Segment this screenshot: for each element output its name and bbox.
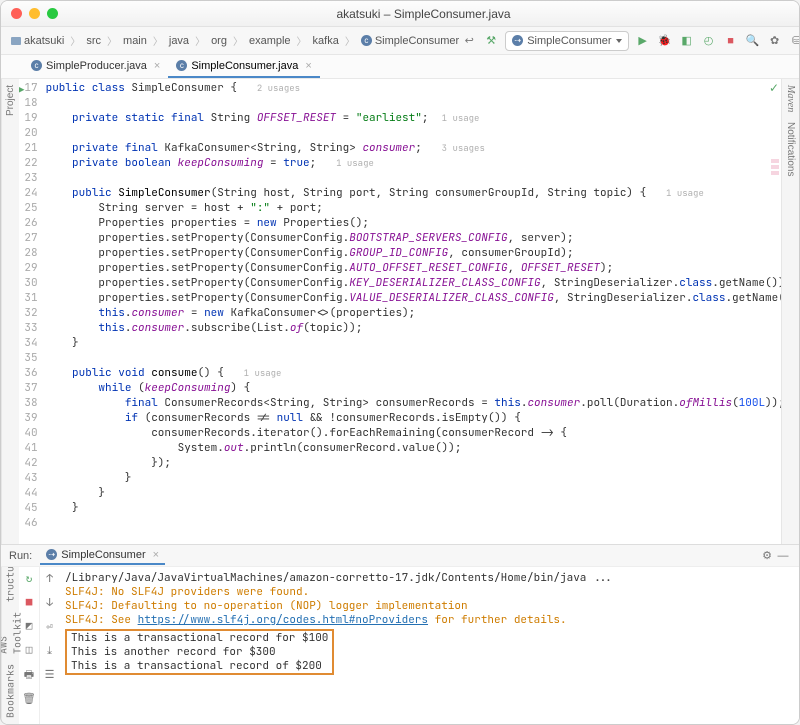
class-icon: c: [31, 60, 42, 71]
breadcrumb-item[interactable]: src: [84, 34, 103, 48]
code-text[interactable]: public class SimpleConsumer { 2 usages p…: [46, 81, 781, 533]
run-label: Run:: [9, 550, 32, 562]
print-icon[interactable]: 🖶: [21, 667, 37, 683]
console-highlight: This is a transactional record for $100 …: [65, 629, 334, 675]
breadcrumb-item[interactable]: example: [247, 34, 293, 48]
run-console-output[interactable]: /Library/Java/JavaVirtualMachines/amazon…: [59, 567, 799, 724]
close-icon[interactable]: ×: [153, 549, 159, 561]
toolbar-actions: ↩ ⚒ ⇢ SimpleConsumer ▶ 🐞 ◧ ◴ ■ 🔍 ✿ ⛁: [461, 31, 800, 51]
rerun-icon[interactable]: ↻: [21, 571, 37, 587]
class-icon: c: [361, 35, 372, 46]
hide-icon[interactable]: —: [775, 548, 791, 564]
search-icon[interactable]: 🔍: [745, 33, 761, 49]
editor-tabs: cSimpleProducer.java×cSimpleConsumer.jav…: [1, 55, 799, 79]
class-icon: ⇢: [512, 35, 523, 46]
stop-icon[interactable]: ■: [21, 595, 37, 611]
window-titlebar: akatsuki – SimpleConsumer.java: [1, 1, 799, 27]
run-config-label: SimpleConsumer: [527, 35, 611, 47]
profile-icon[interactable]: ◴: [701, 33, 717, 49]
run-icon[interactable]: ▶: [635, 33, 651, 49]
notifications-toolwindow-tab[interactable]: Notifications: [785, 122, 796, 176]
bookmarks-tab[interactable]: Bookmarks: [4, 664, 18, 718]
gear-icon[interactable]: ⚙: [759, 548, 775, 564]
structure-tab[interactable]: tructure: [4, 567, 18, 602]
breadcrumb: akatsuki〉src〉main〉java〉org〉example〉kafka…: [9, 33, 461, 48]
editor-tab[interactable]: cSimpleProducer.java×: [23, 56, 168, 78]
class-icon: c: [176, 60, 187, 71]
stop-icon[interactable]: ■: [723, 33, 739, 49]
run-tab-label: SimpleConsumer: [61, 549, 145, 561]
wrap-icon[interactable]: ⏎: [42, 619, 58, 635]
breadcrumb-item[interactable]: akatsuki: [9, 34, 66, 48]
close-icon[interactable]: ×: [305, 60, 311, 72]
editor-tab[interactable]: cSimpleConsumer.java×: [168, 56, 319, 78]
console-line: This is a transactional record of $200: [71, 659, 328, 673]
console-line: SLF4J: No SLF4J providers were found.: [65, 585, 793, 599]
run-tool-window: Run: ⇢ SimpleConsumer × ⚙ — Bookmarks AW…: [1, 544, 799, 724]
breadcrumb-item[interactable]: kafka: [311, 34, 341, 48]
down-icon[interactable]: ↓: [42, 595, 58, 611]
close-icon[interactable]: ×: [154, 60, 160, 72]
line-numbers: 1718192021222324252627282930313233343536…: [24, 81, 45, 533]
breadcrumb-item[interactable]: org: [209, 34, 229, 48]
settings-icon[interactable]: ✿: [767, 33, 783, 49]
class-icon: ⇢: [46, 549, 57, 560]
left-tool-sidebar[interactable]: Project: [1, 79, 19, 544]
bottom-left-tool-sidebar[interactable]: Bookmarks AWS Toolkit tructure: [1, 567, 19, 724]
breadcrumb-item[interactable]: cSimpleConsumer: [359, 34, 461, 48]
minimize-icon[interactable]: [29, 8, 40, 19]
run-tool-header: Run: ⇢ SimpleConsumer × ⚙ —: [1, 545, 799, 567]
hammer-build-icon[interactable]: ⚒: [483, 33, 499, 49]
console-line: /Library/Java/JavaVirtualMachines/amazon…: [65, 571, 793, 585]
project-toolwindow-tab[interactable]: Project: [5, 85, 16, 116]
fullscreen-icon[interactable]: [47, 8, 58, 19]
aws-toolkit-tab[interactable]: AWS Toolkit: [1, 612, 25, 654]
console-line: This is a transactional record for $100: [71, 631, 328, 645]
breadcrumb-item[interactable]: java: [167, 34, 191, 48]
console-link[interactable]: https://www.slf4j.org/codes.html#noProvi…: [138, 613, 428, 627]
console-line: SLF4J: Defaulting to no-operation (NOP) …: [65, 599, 793, 613]
close-icon[interactable]: [11, 8, 22, 19]
right-tool-sidebar[interactable]: Maven Notifications: [781, 79, 799, 544]
maven-toolwindow-tab[interactable]: Maven: [785, 85, 796, 112]
run-tab-active[interactable]: ⇢ SimpleConsumer ×: [40, 547, 165, 565]
run-action-column-2: ↑ ↓ ⏎ ⤓ ☰: [39, 567, 59, 724]
run-configuration-dropdown[interactable]: ⇢ SimpleConsumer: [505, 31, 628, 51]
chevron-down-icon: [616, 39, 622, 43]
filter-icon[interactable]: ☰: [42, 667, 58, 683]
console-line: SLF4J: See https://www.slf4j.org/codes.h…: [65, 613, 793, 627]
scroll-icon[interactable]: ⤓: [42, 643, 58, 659]
back-icon[interactable]: ↩: [461, 33, 477, 49]
editor-error-stripe[interactable]: [769, 79, 781, 544]
folder-icon: [11, 37, 21, 45]
coverage-icon[interactable]: ◧: [679, 33, 695, 49]
up-icon[interactable]: ↑: [42, 571, 58, 587]
editor-area[interactable]: ✓ ▶ 171819202122232425262728293031323334…: [19, 79, 781, 544]
database-icon[interactable]: ⛁: [789, 33, 800, 49]
trash-icon[interactable]: 🗑: [21, 691, 37, 707]
console-line: This is another record for $300: [71, 645, 328, 659]
navbar-toolbar: akatsuki〉src〉main〉java〉org〉example〉kafka…: [1, 27, 799, 55]
debug-icon[interactable]: 🐞: [657, 33, 673, 49]
breadcrumb-item[interactable]: main: [121, 34, 149, 48]
window-title: akatsuki – SimpleConsumer.java: [58, 7, 789, 21]
